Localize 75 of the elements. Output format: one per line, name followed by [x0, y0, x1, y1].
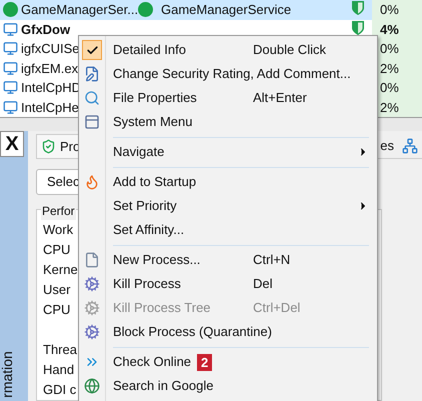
menu-label: Block Process (Quarantine)	[113, 323, 272, 342]
search-icon	[84, 90, 100, 106]
process-name: GfxDow	[21, 20, 70, 38]
cpu-usage: 2%	[380, 98, 399, 116]
stat-label: Threa	[43, 341, 77, 360]
menu-label: Search in Google	[113, 377, 214, 396]
menu-item[interactable]: Change Security Rating, Add Comment...	[79, 62, 377, 86]
monitor-icon	[3, 41, 18, 56]
network-icon	[402, 138, 418, 154]
stat-label: CPU	[43, 241, 70, 260]
menu-label: New Process...	[113, 251, 200, 270]
menu-item[interactable]: Block Process (Quarantine)	[79, 320, 377, 344]
menu-label: Kill Process Tree	[113, 299, 211, 318]
stat-label: User	[43, 281, 70, 300]
menu-item[interactable]: Detailed Info Double Click	[79, 38, 377, 62]
menu-label: Change Security Rating, Add Comment...	[113, 65, 351, 84]
stat-label: GDI c	[43, 381, 76, 400]
menu-item[interactable]: Set Affinity...	[79, 218, 377, 242]
process-name: igfxEM.ex	[21, 60, 78, 78]
shield-icon	[41, 139, 56, 154]
page-icon	[84, 252, 100, 268]
menu-label: Navigate	[113, 143, 164, 162]
menu-item[interactable]: Check Online 2	[79, 350, 377, 374]
gear-cross-icon	[84, 276, 100, 292]
shortcut-label: Ctrl+N	[253, 251, 290, 270]
menu-item[interactable]: Set Priority	[79, 194, 377, 218]
stat-label: Work	[43, 221, 74, 240]
menu-item[interactable]: New Process... Ctrl+N	[79, 248, 377, 272]
menu-label: Detailed Info	[113, 41, 186, 60]
notepad-pencil-icon	[84, 66, 100, 82]
menu-item[interactable]: File Properties Alt+Enter	[79, 86, 377, 110]
process-row[interactable]: GameManagerSer... GameManagerService 0%	[0, 0, 422, 20]
process-name: igfxCUISe	[21, 40, 80, 58]
shortcut-label: Alt+Enter	[253, 89, 307, 108]
stat-label: Hand	[43, 361, 74, 380]
shortcut-label: Del	[253, 275, 273, 294]
menu-label: Set Priority	[113, 197, 177, 216]
cpu-usage: 2%	[380, 60, 399, 78]
tab[interactable]: es	[376, 134, 398, 158]
app-icon	[3, 2, 18, 18]
stat-label: CPU	[43, 301, 70, 320]
menu-label: System Menu	[113, 113, 192, 132]
shortcut-label: Double Click	[253, 41, 326, 60]
menu-label: File Properties	[113, 89, 197, 108]
process-description: GameManagerService	[161, 1, 292, 19]
side-tab-label[interactable]: rmation	[0, 351, 18, 398]
shield-icon	[352, 20, 364, 34]
close-button[interactable]: X	[0, 131, 24, 157]
monitor-icon	[3, 60, 18, 76]
stat-label: Kerne	[43, 261, 78, 280]
gear-icon	[84, 300, 100, 316]
cpu-usage: 0%	[380, 1, 399, 19]
monitor-icon	[3, 100, 18, 115]
globe-icon	[84, 378, 100, 394]
monitor-icon	[3, 22, 18, 37]
window-icon	[84, 114, 100, 130]
callout-badge: 2	[197, 354, 212, 370]
shortcut-label: Ctrl+Del	[253, 299, 300, 318]
monitor-icon	[3, 80, 18, 96]
process-name: GameManagerSer...	[21, 1, 138, 19]
shield-icon	[352, 1, 364, 15]
menu-item[interactable]: System Menu	[79, 110, 377, 134]
flame-icon	[84, 174, 100, 190]
menu-label: Check Online	[113, 353, 192, 372]
cpu-usage: 0%	[380, 79, 399, 97]
menu-item[interactable]: Search in Google	[79, 374, 377, 398]
menu-label: Add to Startup	[113, 173, 196, 192]
process-name: IntelCpHe	[21, 98, 79, 117]
gear-block-icon	[84, 324, 100, 340]
app-icon	[138, 2, 153, 18]
menu-label: Kill Process	[113, 275, 181, 294]
menu-item[interactable]: Kill Process Del	[79, 272, 377, 296]
cpu-usage: 0%	[380, 40, 399, 58]
cpu-usage: 4%	[380, 20, 399, 38]
menu-label: Set Affinity...	[113, 221, 184, 240]
